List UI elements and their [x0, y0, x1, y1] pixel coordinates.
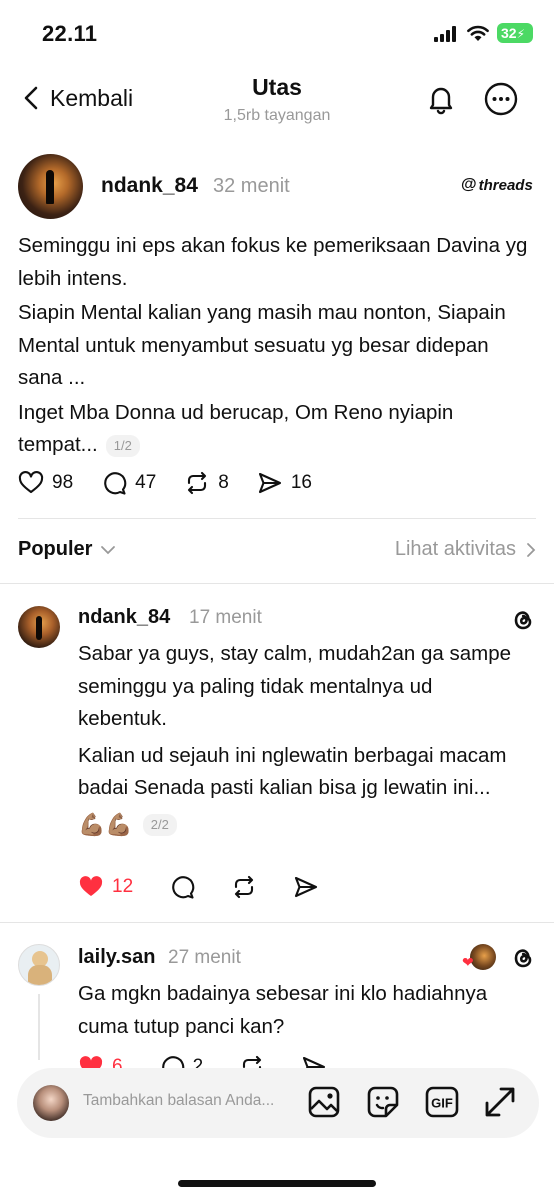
comment-icon [172, 876, 195, 899]
page-indicator: 2/2 [142, 813, 177, 836]
flexed-biceps-emoji: 💪🏽💪🏽 [78, 811, 133, 837]
reply-timestamp: 27 menit [168, 947, 241, 968]
view-activity-label: Lihat aktivitas [394, 538, 516, 560]
status-time: 22.11 [42, 21, 98, 46]
post-paragraph-text: Inget Mba Donna ud berucap, Om Reno nyia… [18, 400, 454, 457]
image-icon[interactable] [307, 1085, 341, 1119]
expand-icon[interactable] [483, 1085, 517, 1119]
sort-bar: Populer Lihat aktivitas [0, 536, 554, 568]
threads-logo: @ threads [461, 176, 533, 194]
reply-paragraph: Ga mgkn badainya sebesar ini klo hadiahn… [78, 982, 488, 1038]
comment-button[interactable]: 47 [101, 470, 156, 496]
like-count: 98 [52, 472, 74, 493]
repost-button[interactable]: 8 [184, 470, 229, 496]
page-title: Utas [252, 74, 302, 100]
comment-button[interactable] [169, 874, 195, 900]
reply-paragraph: Kalian ud sejauh ini nglewatin berbagai … [78, 743, 507, 800]
divider [0, 922, 554, 923]
reply-composer: Tambahkan balasan Anda... GIF [17, 1068, 539, 1138]
share-button[interactable] [293, 874, 319, 900]
page-indicator: 1/2 [105, 434, 140, 457]
reply-text: Ga mgkn badainya sebesar ini klo hadiahn… [78, 978, 518, 1047]
divider [0, 583, 554, 584]
reply-input[interactable]: Tambahkan balasan Anda... [83, 1092, 293, 1110]
heart-icon [18, 471, 44, 494]
cellular-signal-icon [434, 26, 456, 42]
sort-dropdown[interactable]: Populer [18, 538, 116, 561]
threads-icon: @ [461, 176, 477, 193]
send-icon [258, 472, 281, 494]
svg-text:GIF: GIF [431, 1096, 453, 1111]
chevron-down-icon [101, 545, 116, 554]
heart-filled-icon [79, 876, 103, 896]
post-paragraph: Seminggu ini eps akan fokus ke pemeriksa… [18, 234, 528, 290]
repost-icon [235, 875, 254, 899]
send-icon [295, 876, 318, 898]
battery-level: 32 [501, 25, 517, 41]
sticker-icon[interactable] [366, 1085, 400, 1119]
post-text: Seminggu ini eps akan fokus ke pemeriksa… [18, 230, 538, 464]
more-options-icon[interactable] [484, 82, 518, 116]
share-button[interactable]: 16 [257, 470, 312, 496]
like-button[interactable]: 12 [78, 874, 133, 900]
view-activity-link[interactable]: Lihat aktivitas [395, 538, 536, 561]
avatar[interactable] [18, 944, 60, 986]
threads-icon[interactable] [509, 944, 537, 972]
reply-username[interactable]: ndank_84 [78, 606, 170, 629]
post-paragraph: Inget Mba Donna ud berucap, Om Reno nyia… [18, 397, 538, 462]
wifi-icon [467, 25, 489, 41]
gif-icon[interactable]: GIF [425, 1085, 459, 1119]
reply-actions: 12 [78, 874, 355, 900]
post-timestamp: 32 menit [213, 175, 290, 197]
reply-text: Sabar ya guys, stay calm, mudah2an ga sa… [78, 638, 518, 841]
bell-icon[interactable] [424, 82, 458, 116]
charging-bolt-icon: ⚡ [516, 27, 526, 41]
navigation-header: Kembali Utas 1,5rb tayangan [0, 70, 554, 130]
title-block: Utas 1,5rb tayangan [0, 74, 554, 125]
reply-timestamp: 17 menit [189, 607, 262, 628]
comment-icon [104, 472, 127, 495]
sort-label: Populer [18, 538, 93, 560]
share-count: 16 [290, 472, 312, 493]
emoji-line: 💪🏽💪🏽 2/2 [78, 809, 518, 842]
repost-button[interactable] [231, 874, 257, 900]
divider [18, 518, 536, 519]
threads-icon[interactable] [509, 606, 537, 634]
status-bar: 22.11 32⚡ [0, 0, 554, 60]
reply-username[interactable]: laily.san [78, 946, 155, 969]
like-count: 12 [112, 876, 134, 897]
repost-count: 8 [218, 472, 229, 493]
home-indicator [178, 1180, 376, 1187]
liked-by-avatar [470, 944, 496, 970]
view-count: 1,5rb tayangan [223, 107, 331, 124]
chevron-right-icon [527, 542, 536, 557]
heart-badge-icon: ❤ [462, 954, 474, 970]
like-button[interactable]: 98 [18, 470, 73, 496]
post-paragraph: Siapin Mental kalian yang masih mau nont… [18, 301, 506, 389]
avatar[interactable] [18, 154, 83, 219]
reply-paragraph: Sabar ya guys, stay calm, mudah2an ga sa… [78, 642, 512, 730]
comment-count: 47 [135, 472, 157, 493]
repost-icon [188, 471, 207, 495]
threads-wordmark: threads [478, 176, 533, 194]
post-username[interactable]: ndank_84 [101, 174, 198, 198]
thread-line [38, 994, 40, 1060]
avatar [33, 1085, 69, 1121]
avatar[interactable] [18, 606, 60, 648]
battery-indicator: 32⚡ [497, 23, 533, 43]
post-actions: 98 47 8 16 [18, 470, 340, 496]
